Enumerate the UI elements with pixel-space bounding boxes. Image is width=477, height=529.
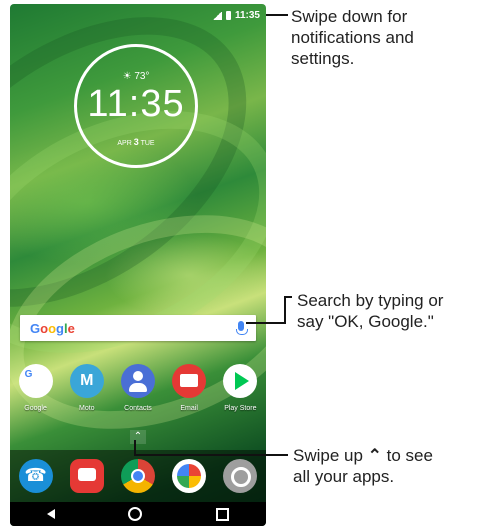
- google-logo: Google: [30, 321, 75, 336]
- photos-icon[interactable]: [172, 459, 207, 493]
- callout-line-search: [284, 296, 292, 298]
- clock-widget[interactable]: ☀ 73° 11:35 APR 3 TUE: [74, 44, 198, 168]
- app-google[interactable]: Google: [11, 364, 61, 412]
- phone-icon[interactable]: [18, 459, 53, 493]
- callout-search-line1: Search by typing or: [297, 291, 444, 310]
- recent-apps-button[interactable]: [216, 507, 230, 521]
- app-label: Contacts: [124, 405, 152, 412]
- date-month: APR: [117, 140, 132, 147]
- clock-date: APR 3 TUE: [77, 137, 195, 147]
- email-icon: [172, 364, 207, 398]
- clock-time: 11:35: [87, 83, 185, 125]
- app-play-store[interactable]: Play Store: [215, 364, 265, 412]
- chrome-icon[interactable]: [120, 459, 155, 493]
- app-drawer-handle[interactable]: ⌃: [130, 430, 146, 444]
- callout-apps-mid: to see: [386, 446, 433, 465]
- contacts-icon: [120, 364, 155, 398]
- navigation-bar: [10, 502, 266, 526]
- callout-line-search: [284, 296, 286, 324]
- app-label: Email: [180, 405, 198, 412]
- status-time: 11:35: [234, 10, 260, 21]
- temperature: 73°: [134, 71, 150, 82]
- camera-icon[interactable]: [223, 459, 258, 493]
- app-label: Google: [24, 405, 47, 412]
- moto-icon: [69, 364, 104, 398]
- date-weekday: TUE: [140, 140, 155, 147]
- phone-screen: 11:35 ☀ 73° 11:35 APR 3 TUE Google Googl…: [10, 4, 266, 526]
- app-email[interactable]: Email: [164, 364, 214, 412]
- app-contacts[interactable]: Contacts: [113, 364, 163, 412]
- signal-icon: [211, 11, 222, 20]
- callout-line-search: [246, 322, 286, 324]
- callout-search-line2: say "OK, Google.": [297, 312, 434, 331]
- app-moto[interactable]: Moto: [62, 364, 112, 412]
- microphone-icon[interactable]: [236, 321, 248, 335]
- home-button[interactable]: [128, 507, 143, 521]
- play-store-icon: [223, 364, 258, 398]
- status-bar[interactable]: 11:35: [211, 10, 260, 21]
- app-label: Moto: [79, 405, 95, 412]
- messages-icon[interactable]: [69, 459, 104, 493]
- callout-line-apps: [134, 454, 288, 456]
- dock: [10, 450, 266, 502]
- google-search-bar[interactable]: Google: [20, 315, 256, 341]
- google-folder-icon: [18, 364, 53, 398]
- callout-apps-post: all your apps.: [293, 467, 395, 486]
- date-day: 3: [133, 137, 139, 147]
- callout-line-notifications: [266, 14, 288, 16]
- callout-apps-pre: Swipe up: [293, 446, 363, 465]
- sun-icon: ☀: [122, 71, 132, 82]
- chevron-up-icon: ⌃: [367, 446, 382, 465]
- battery-icon: [225, 11, 231, 20]
- app-row: Google Moto Contacts Email Play Store: [10, 364, 266, 412]
- weather-readout: ☀ 73°: [77, 71, 195, 82]
- callout-notifications: Swipe down for notifications and setting…: [291, 7, 414, 68]
- app-label: Play Store: [224, 405, 257, 412]
- back-button[interactable]: [46, 509, 55, 519]
- callout-search: Search by typing or say "OK, Google.": [297, 290, 477, 332]
- callout-apps: Swipe up ⌃ to see all your apps.: [293, 445, 473, 487]
